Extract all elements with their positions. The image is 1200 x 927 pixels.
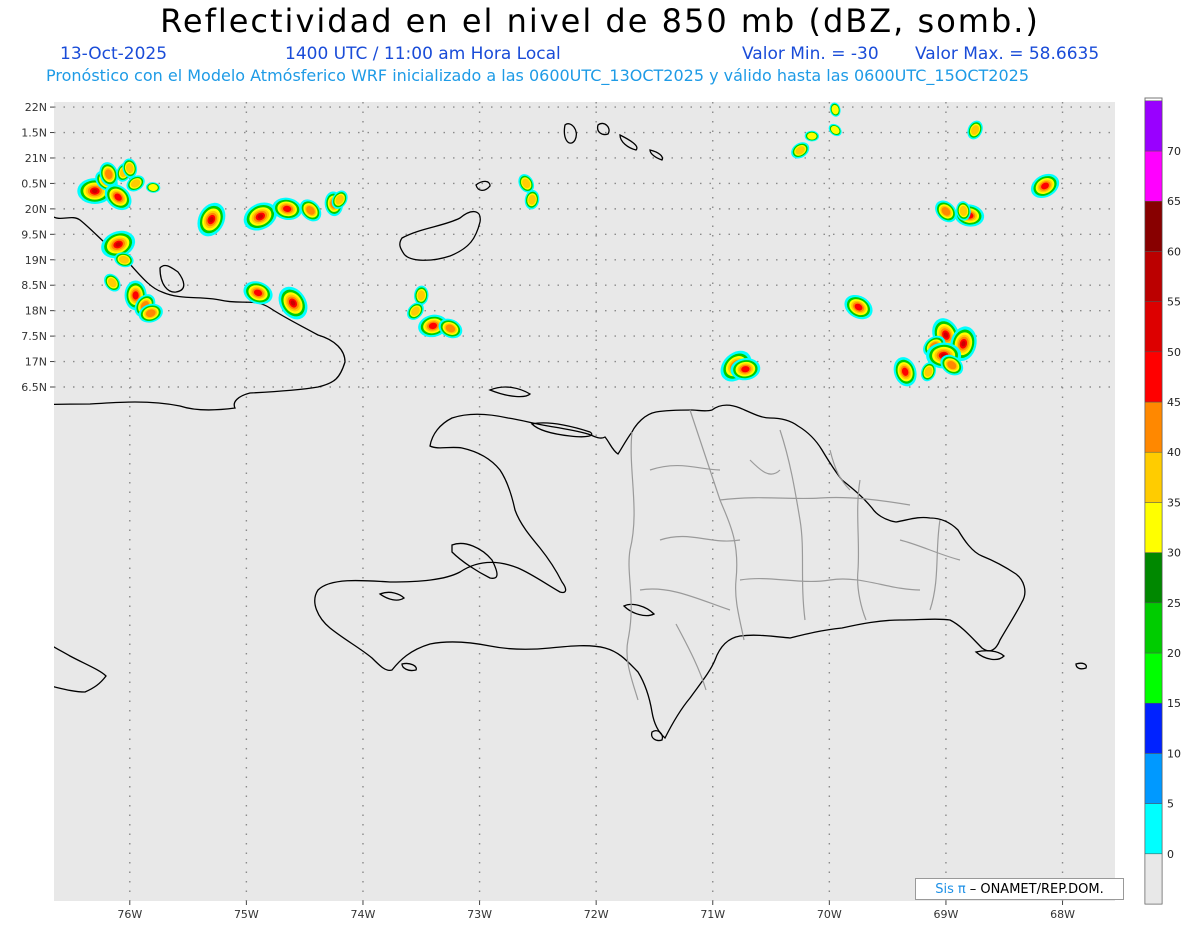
lat-tick-label: 18N xyxy=(25,305,47,318)
colorbar-swatch xyxy=(1144,853,1163,905)
lon-tick-label: 74W xyxy=(351,908,376,921)
colorbar-swatch xyxy=(1144,753,1163,804)
reflectivity-map: 76W 75W 74W 73W 72W 71W 70W 69W 68W 22N 1.5N 21N 0.5… xyxy=(21,97,1181,921)
lon-tick-label: 70W xyxy=(817,908,842,921)
colorbar-label: 60 xyxy=(1167,245,1181,258)
lon-tick-label: 72W xyxy=(584,908,609,921)
lat-tick-label: 20N xyxy=(25,203,47,216)
colorbar-swatch xyxy=(1144,200,1163,252)
lon-tick-label: 76W xyxy=(117,908,142,921)
pi-symbol: π xyxy=(957,881,966,897)
lat-tick-label: 21N xyxy=(25,152,47,165)
colorbar-swatch xyxy=(1144,602,1163,654)
colorbar-swatch xyxy=(1144,803,1163,855)
lat-tick-label: 9.5N xyxy=(21,228,47,241)
colorbar-label: 15 xyxy=(1167,697,1181,710)
colorbar-label: 20 xyxy=(1167,647,1181,660)
onamet-credit: Sis π – ONAMET/REP.DOM. xyxy=(915,878,1124,900)
lon-tick-label: 75W xyxy=(234,908,259,921)
colorbar-swatch xyxy=(1144,301,1163,353)
sis-logo: Sis xyxy=(935,881,954,897)
colorbar-swatch xyxy=(1144,251,1163,302)
lon-tick-label: 73W xyxy=(467,908,492,921)
colorbar-label: 30 xyxy=(1167,547,1181,560)
radar-contour xyxy=(92,188,98,194)
colorbar-swatch xyxy=(1144,351,1163,403)
colorbar-label: 40 xyxy=(1167,446,1181,459)
colorbar-swatch xyxy=(1144,652,1163,704)
lat-tick-label: 6.5N xyxy=(21,381,47,394)
lon-tick-label: 71W xyxy=(700,908,725,921)
colorbar-label: 50 xyxy=(1167,346,1181,359)
colorbar-label: 5 xyxy=(1167,798,1174,811)
colorbar-label: 0 xyxy=(1167,848,1174,861)
colorbar-label: 35 xyxy=(1167,496,1181,509)
dbz-colorbar: 0 5 10 15 20 25 30 35 40 45 50 55 60 65 70 xyxy=(1144,97,1181,905)
lat-tick-label: 7.5N xyxy=(21,330,47,343)
lat-tick-label: 19N xyxy=(25,254,47,267)
colorbar-swatch xyxy=(1144,150,1163,202)
colorbar-swatch xyxy=(1144,702,1163,754)
colorbar-swatch xyxy=(1144,100,1163,152)
lat-tick-label: 17N xyxy=(25,356,47,369)
colorbar-label: 70 xyxy=(1167,145,1181,158)
colorbar-swatch xyxy=(1144,451,1163,503)
lon-tick-label: 68W xyxy=(1050,908,1075,921)
lat-tick-label: 1.5N xyxy=(21,127,47,140)
lat-tick-label: 0.5N xyxy=(21,177,47,190)
lat-tick-label: 22N xyxy=(25,101,47,114)
colorbar-label: 25 xyxy=(1167,597,1181,610)
credit-text: – ONAMET/REP.DOM. xyxy=(969,881,1104,897)
colorbar-swatch xyxy=(1144,401,1163,453)
colorbar-swatch xyxy=(1144,552,1163,604)
colorbar-swatch xyxy=(1144,502,1163,553)
colorbar-label: 10 xyxy=(1167,747,1181,760)
colorbar-label: 65 xyxy=(1167,195,1181,208)
lon-tick-label: 69W xyxy=(934,908,959,921)
colorbar-label: 55 xyxy=(1167,296,1181,309)
lat-tick-label: 8.5N xyxy=(21,279,47,292)
colorbar-label: 45 xyxy=(1167,396,1181,409)
